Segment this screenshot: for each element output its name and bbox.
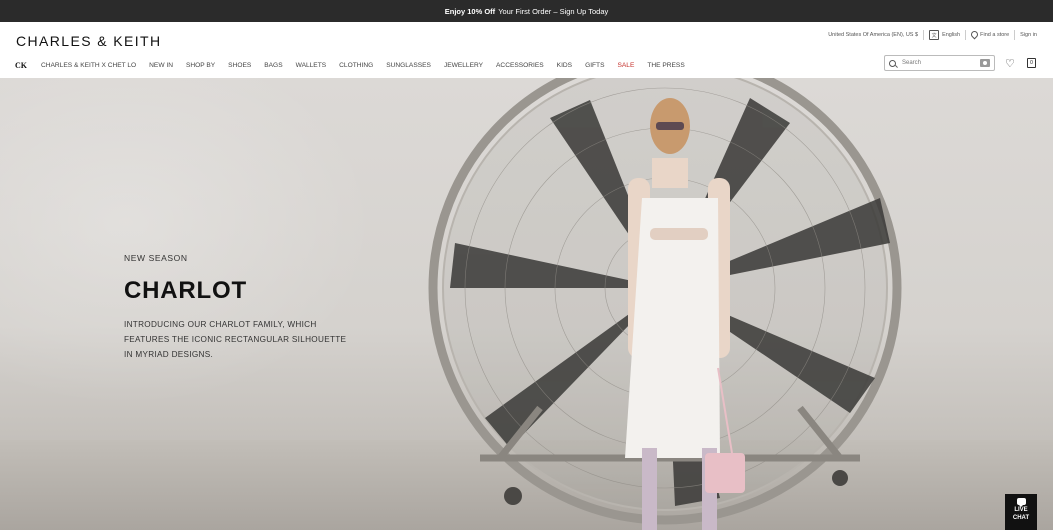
language-selector[interactable]: 文 English <box>929 30 960 40</box>
promo-text: Your First Order – Sign Up Today <box>498 6 609 16</box>
nav-item-jewellery[interactable]: JEWELLERY <box>444 62 483 69</box>
promo-highlight: Enjoy 10% Off <box>444 6 496 16</box>
nav-item-shop-by[interactable]: SHOP BY <box>186 62 215 69</box>
search-icon <box>889 59 896 67</box>
nav-item-the-press[interactable]: THE PRESS <box>647 62 684 69</box>
wishlist-heart-icon[interactable]: ♡ <box>1005 57 1015 70</box>
search-input[interactable]: Search <box>902 60 980 66</box>
hero-title[interactable]: CHARLOT <box>124 277 349 305</box>
nav-item-bags[interactable]: BAGS <box>264 62 282 69</box>
nav-item-accessories[interactable]: ACCESSORIES <box>496 62 544 69</box>
bag-count: 0 <box>1030 60 1033 66</box>
sign-in-link[interactable]: Sign in <box>1020 32 1037 38</box>
brand-logo[interactable]: CHARLES & KEITH <box>16 33 161 49</box>
nav-item-kids[interactable]: KIDS <box>557 62 572 69</box>
hero-copy: NEW SEASON CHARLOT INTRODUCING OUR CHARL… <box>124 253 349 362</box>
hero-banner[interactable]: NEW SEASON CHARLOT INTRODUCING OUR CHARL… <box>0 78 1053 530</box>
hero-kicker: NEW SEASON <box>124 253 188 263</box>
promo-banner[interactable]: Enjoy 10% Off Your First Order – Sign Up… <box>0 0 1053 22</box>
nav-item-sunglasses[interactable]: SUNGLASSES <box>386 62 431 69</box>
region-selector[interactable]: United States Of America (EN), US $ <box>828 32 918 38</box>
divider <box>965 30 967 40</box>
main-nav: CK CHARLES & KEITH X CHET LO NEW IN SHOP… <box>15 61 698 70</box>
shopping-bag-icon[interactable]: 0 <box>1027 58 1036 68</box>
nav-item-gifts[interactable]: GIFTS <box>585 62 604 69</box>
nav-item-ck[interactable]: CK <box>15 61 27 70</box>
nav-item-clothing[interactable]: CLOTHING <box>339 62 373 69</box>
divider <box>923 30 925 40</box>
find-store-link[interactable]: Find a store <box>971 31 1009 39</box>
nav-item-shoes[interactable]: SHOES <box>228 62 251 69</box>
divider <box>1014 30 1016 40</box>
hero-fan-image <box>428 78 902 530</box>
nav-item-wallets[interactable]: WALLETS <box>296 62 327 69</box>
chat-bubble-icon <box>1016 498 1026 507</box>
site-header: CHARLES & KEITH United States Of America… <box>0 22 1053 78</box>
camera-search-icon[interactable] <box>980 59 990 67</box>
language-icon: 文 <box>929 30 940 40</box>
nav-item-new-in[interactable]: NEW IN <box>149 62 173 69</box>
live-chat-button[interactable]: LIVE CHAT <box>1005 494 1037 530</box>
search-box[interactable]: Search <box>884 55 995 71</box>
find-store-label: Find a store <box>980 32 1010 38</box>
nav-item-sale[interactable]: SALE <box>617 62 634 69</box>
nav-item-chet-lo[interactable]: CHARLES & KEITH X CHET LO <box>41 62 136 69</box>
utility-bar: United States Of America (EN), US $ 文 En… <box>828 30 1037 40</box>
language-label: English <box>942 32 961 38</box>
chat-label-line2: CHAT <box>1012 515 1030 521</box>
chat-label-line1: LIVE <box>1014 507 1028 513</box>
hero-description: INTRODUCING OUR CHARLOT FAMILY, WHICH FE… <box>124 320 347 359</box>
location-pin-icon <box>971 31 977 39</box>
